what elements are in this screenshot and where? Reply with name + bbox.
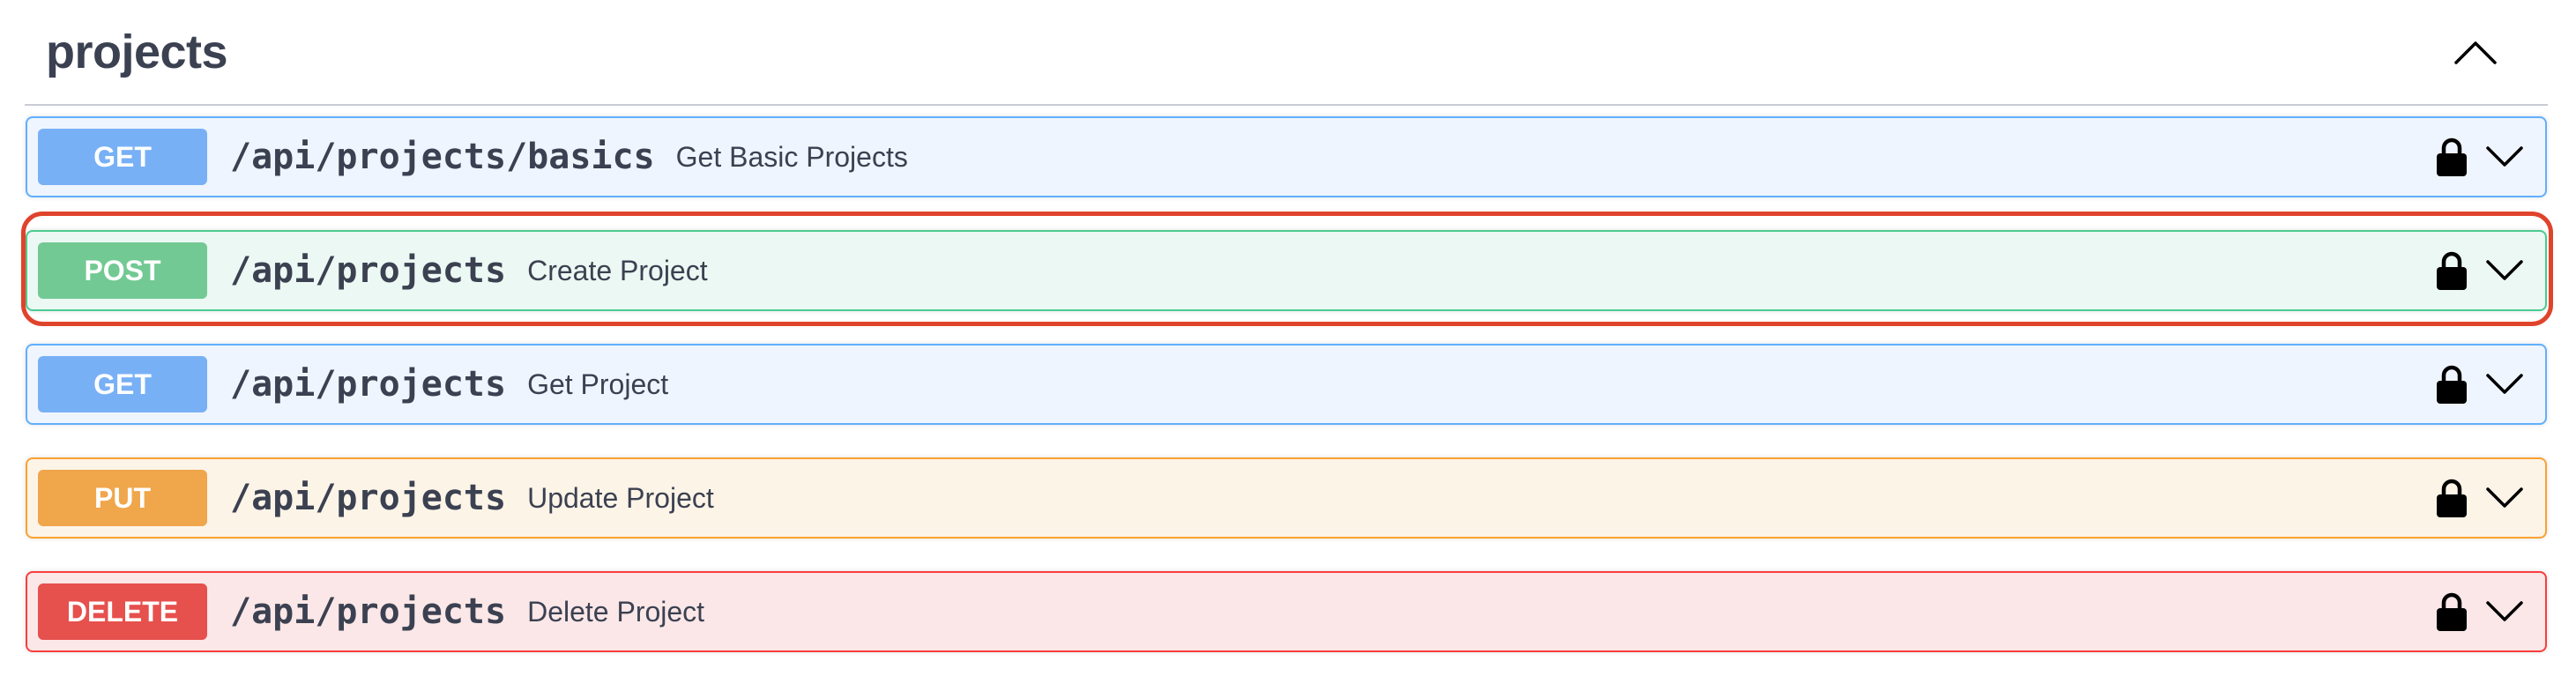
- operation-summary: Create Project: [527, 254, 708, 286]
- operation-get-project[interactable]: GET /api/projects Get Project: [26, 344, 2547, 425]
- chevron-down-icon[interactable]: [2485, 258, 2524, 283]
- chevron-up-icon[interactable]: [2449, 26, 2502, 78]
- operation-controls: [2436, 137, 2524, 177]
- operation-path: /api/projects: [230, 591, 507, 632]
- operation-summary: Get Project: [527, 368, 669, 400]
- operation-put-update-project[interactable]: PUT /api/projects Update Project: [26, 457, 2547, 539]
- operation-path: /api/projects: [230, 364, 507, 405]
- operation-controls: [2436, 250, 2524, 291]
- operation-summary: Get Basic Projects: [675, 140, 908, 173]
- operation-path: /api/projects: [230, 478, 507, 518]
- method-badge: GET: [38, 129, 207, 185]
- method-badge: POST: [38, 242, 207, 299]
- lock-icon[interactable]: [2436, 250, 2468, 291]
- section-title: projects: [46, 26, 228, 78]
- chevron-down-icon[interactable]: [2485, 486, 2524, 510]
- lock-icon[interactable]: [2436, 478, 2468, 518]
- operation-controls: [2436, 364, 2524, 405]
- chevron-down-icon[interactable]: [2485, 599, 2524, 624]
- operation-controls: [2436, 478, 2524, 518]
- operation-path: /api/projects/basics: [230, 137, 655, 177]
- operation-summary: Update Project: [527, 481, 714, 514]
- operation-delete-project[interactable]: DELETE /api/projects Delete Project: [26, 571, 2547, 652]
- operation-path: /api/projects: [230, 250, 507, 291]
- lock-icon[interactable]: [2436, 591, 2468, 632]
- method-badge: DELETE: [38, 583, 207, 640]
- operation-post-create-project[interactable]: POST /api/projects Create Project: [26, 230, 2547, 311]
- operation-controls: [2436, 591, 2524, 632]
- lock-icon[interactable]: [2436, 364, 2468, 405]
- operation-get-basic-projects[interactable]: GET /api/projects/basics Get Basic Proje…: [26, 116, 2547, 197]
- lock-icon[interactable]: [2436, 137, 2468, 177]
- method-badge: PUT: [38, 470, 207, 526]
- section-header[interactable]: projects: [25, 0, 2548, 106]
- chevron-down-icon[interactable]: [2485, 145, 2524, 169]
- operation-summary: Delete Project: [527, 595, 705, 628]
- method-badge: GET: [38, 356, 207, 412]
- chevron-down-icon[interactable]: [2485, 372, 2524, 397]
